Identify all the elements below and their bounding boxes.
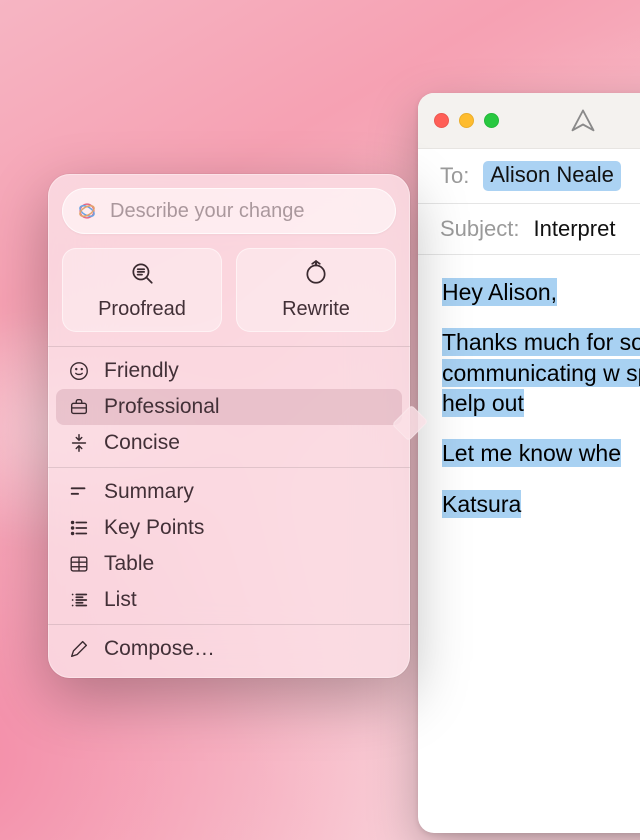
proofread-label: Proofread (98, 298, 186, 321)
compose-menuitem[interactable]: Compose… (56, 631, 402, 667)
tone-concise[interactable]: Concise (56, 425, 402, 461)
tone-friendly-label: Friendly (104, 359, 179, 383)
keypoints-icon (68, 517, 90, 539)
divider (48, 346, 410, 347)
writing-tools-popover: Proofread Rewrite (48, 174, 410, 678)
transform-list-label: List (104, 588, 137, 612)
compress-icon (68, 432, 90, 454)
to-field-row[interactable]: To: Alison Neale (418, 149, 640, 204)
mail-compose-window: To: Alison Neale Subject: Interpret Hey … (418, 93, 640, 833)
zoom-window-button[interactable] (484, 113, 499, 128)
rewrite-icon (303, 260, 329, 292)
smiley-icon (68, 360, 90, 382)
tone-friendly[interactable]: Friendly (56, 353, 402, 389)
divider (48, 467, 410, 468)
magnify-text-icon (129, 260, 155, 292)
transform-summary[interactable]: Summary (56, 474, 402, 510)
tone-professional[interactable]: Professional (56, 389, 402, 425)
rewrite-button[interactable]: Rewrite (236, 248, 396, 332)
mail-body[interactable]: Hey Alison, Thanks much for something yo… (418, 255, 640, 561)
apple-intelligence-icon (76, 200, 98, 222)
recipient-name: Alison Neale (490, 162, 614, 187)
subject-value: Interpret (534, 216, 616, 242)
proofread-button[interactable]: Proofread (62, 248, 222, 332)
transform-table-label: Table (104, 552, 154, 576)
describe-change-input[interactable] (110, 200, 382, 223)
transform-list[interactable]: List (56, 582, 402, 618)
tone-concise-label: Concise (104, 431, 180, 455)
window-traffic-lights (434, 113, 499, 128)
divider (48, 624, 410, 625)
list-icon (68, 589, 90, 611)
transform-keypoints-label: Key Points (104, 516, 204, 540)
body-closing: Let me know whe (442, 439, 621, 467)
window-titlebar (418, 93, 640, 149)
subject-field-row[interactable]: Subject: Interpret (418, 204, 640, 255)
minimize-window-button[interactable] (459, 113, 474, 128)
pencil-icon (68, 638, 90, 660)
briefcase-icon (68, 396, 90, 418)
subject-label: Subject: (440, 216, 520, 242)
recipient-chip[interactable]: Alison Neale (483, 161, 621, 191)
body-signoff: Katsura (442, 490, 521, 518)
transform-keypoints[interactable]: Key Points (56, 510, 402, 546)
body-greeting: Hey Alison, (442, 278, 557, 306)
close-window-button[interactable] (434, 113, 449, 128)
to-label: To: (440, 163, 469, 189)
compose-label: Compose… (104, 637, 215, 661)
describe-change-input-wrap[interactable] (62, 188, 396, 234)
summary-icon (68, 481, 90, 503)
rewrite-label: Rewrite (282, 298, 350, 321)
send-icon[interactable] (569, 107, 597, 135)
transform-table[interactable]: Table (56, 546, 402, 582)
tone-professional-label: Professional (104, 395, 220, 419)
table-icon (68, 553, 90, 575)
body-paragraph: Thanks much for something you're communi… (442, 328, 640, 417)
transform-summary-label: Summary (104, 480, 194, 504)
